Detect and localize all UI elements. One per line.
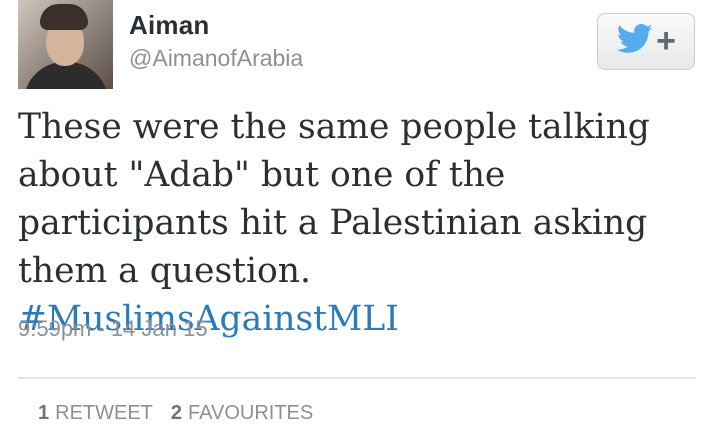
twitter-bird-icon bbox=[616, 24, 654, 59]
tweet-stats: 1 RETWEET 2 FAVOURITES bbox=[38, 402, 313, 425]
avatar-shirt bbox=[24, 62, 108, 89]
plus-icon: + bbox=[656, 21, 676, 60]
favourites-label: FAVOURITES bbox=[188, 402, 314, 424]
follow-button[interactable]: + bbox=[597, 13, 695, 70]
divider bbox=[18, 377, 696, 379]
retweets-count: 1 bbox=[38, 402, 50, 424]
user-handle[interactable]: @AimanofArabia bbox=[129, 45, 303, 72]
retweets-label: RETWEET bbox=[55, 402, 153, 424]
user-name[interactable]: Aiman bbox=[129, 10, 209, 41]
avatar[interactable] bbox=[18, 0, 113, 89]
retweets-stat[interactable]: 1 RETWEET bbox=[38, 402, 153, 425]
avatar-hair bbox=[40, 4, 88, 30]
tweet-text: These were the same people talking about… bbox=[18, 103, 694, 343]
tweet-timestamp[interactable]: 9:59pm - 14 Jan 15 bbox=[18, 316, 208, 342]
tweet-body: These were the same people talking about… bbox=[18, 107, 650, 291]
favourites-count: 2 bbox=[170, 402, 183, 424]
favourites-stat[interactable]: 2 FAVOURITES bbox=[171, 402, 313, 425]
